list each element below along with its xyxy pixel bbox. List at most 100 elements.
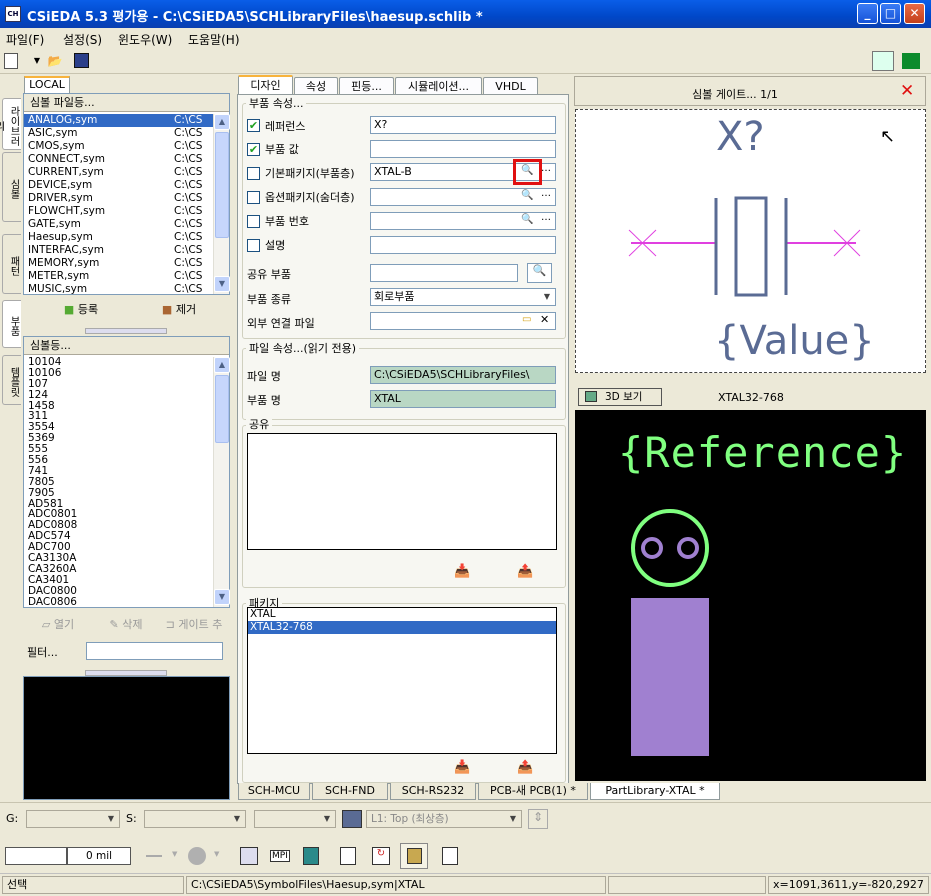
open-folder-icon[interactable]: 📂 — [46, 52, 64, 70]
fill-style-icon[interactable] — [188, 847, 206, 865]
more-icon[interactable]: … — [541, 188, 551, 199]
menu-help[interactable]: 도움말(H) — [188, 31, 240, 48]
list-item[interactable]: GATE,sym C:\CS — [24, 218, 213, 231]
list-item[interactable]: MUSIC,sym C:\CS — [24, 283, 213, 294]
filename-input[interactable]: C:\CSiEDA5\SCHLibraryFiles\ — [370, 366, 556, 384]
search-icon[interactable]: 🔍 — [521, 165, 533, 176]
clear-icon[interactable]: ✕ — [540, 313, 549, 326]
option-package-checkbox[interactable] — [247, 191, 260, 204]
value-input[interactable] — [370, 140, 556, 158]
add-gate-button[interactable]: ⊐ 게이트 추 — [161, 614, 227, 636]
list-item[interactable]: 5369 — [24, 433, 213, 444]
maximize-button[interactable]: □ — [880, 3, 901, 24]
shared-part-input[interactable] — [370, 264, 518, 282]
tab-vhdl[interactable]: VHDL — [483, 77, 538, 95]
active-tool-button[interactable] — [400, 843, 428, 869]
share-list[interactable] — [247, 433, 557, 550]
more-icon[interactable]: … — [541, 212, 551, 223]
close-icon[interactable]: ✕ — [900, 81, 914, 101]
symbol-header[interactable]: 심볼등... — [24, 337, 229, 355]
tab-properties[interactable]: 속성 — [294, 77, 338, 95]
schematic-view-icon[interactable] — [872, 51, 894, 71]
tab-pins[interactable]: 핀등... — [339, 77, 394, 95]
menu-file[interactable]: 파일(F) — [6, 31, 44, 48]
scroll-thumb[interactable] — [215, 375, 229, 443]
close-button[interactable]: ✕ — [904, 3, 925, 24]
default-package-checkbox[interactable] — [247, 167, 260, 180]
list-item[interactable]: Haesup,sym C:\CS — [24, 231, 213, 244]
new-file-icon[interactable] — [4, 53, 18, 69]
package-list[interactable]: XTAL XTAL32-768 — [247, 607, 557, 754]
part-number-checkbox[interactable] — [247, 215, 260, 228]
list-item[interactable]: CMOS,sym C:\CS — [24, 140, 213, 153]
doc-tab-pcb[interactable]: PCB-새 PCB(1) * — [478, 783, 588, 800]
add-package-icon[interactable]: 📥 — [454, 760, 470, 775]
value-checkbox[interactable]: ✔ — [247, 143, 260, 156]
width-input[interactable] — [5, 847, 67, 865]
list-icon[interactable] — [442, 847, 458, 865]
document-icon[interactable] — [340, 847, 356, 865]
partname-input[interactable]: XTAL — [370, 390, 556, 408]
g-select[interactable]: ▼ — [26, 810, 120, 828]
doc-tab-sch-fnd[interactable]: SCH-FND — [312, 783, 388, 800]
view-3d-button[interactable]: 3D 보기 — [578, 388, 662, 406]
list-item[interactable]: CURRENT,sym C:\CS — [24, 166, 213, 179]
reference-checkbox[interactable]: ✔ — [247, 119, 260, 132]
side-tab-library[interactable]: 라이브러리 — [0, 98, 21, 150]
refresh-icon[interactable]: ↻ — [372, 847, 390, 865]
shared-part-search-icon[interactable]: 🔍 — [527, 263, 552, 283]
doc-tab-part-library[interactable]: PartLibrary-XTAL * — [590, 783, 720, 800]
open-button[interactable]: ▱ 열기 — [33, 614, 83, 636]
unit-select[interactable]: ▼ — [254, 810, 336, 828]
symbol-canvas[interactable]: X? {Value} ↖ — [575, 109, 926, 373]
list-item[interactable]: DEVICE,sym C:\CS — [24, 179, 213, 192]
doc-tab-sch-mcu[interactable]: SCH-MCU — [238, 783, 310, 800]
description-input[interactable] — [370, 236, 556, 254]
list-item[interactable]: 10106 — [24, 367, 213, 379]
scroll-down-icon[interactable]: ▼ — [214, 276, 230, 292]
add-share-icon[interactable]: 📥 — [454, 564, 470, 579]
side-tab-part[interactable]: 부품 — [2, 300, 21, 348]
symbol-file-header[interactable]: 심볼 파일등... — [24, 94, 229, 112]
scroll-up-icon[interactable]: ▲ — [214, 357, 230, 373]
part-type-select[interactable]: 회로부품 ▼ — [370, 288, 556, 306]
list-item[interactable]: ASIC,sym C:\CS — [24, 127, 213, 140]
more-icon[interactable]: … — [541, 163, 551, 174]
list-item[interactable]: 124 — [24, 389, 213, 401]
filter-input[interactable] — [86, 642, 223, 660]
search-icon[interactable]: 🔍 — [521, 214, 533, 225]
folder-icon[interactable]: ▭ — [522, 314, 531, 325]
layer-settings-icon[interactable]: ⇕ — [528, 809, 548, 829]
list-item[interactable]: METER,sym C:\CS — [24, 270, 213, 283]
list-item[interactable]: 7905 — [24, 487, 213, 499]
footprint-canvas[interactable]: {Reference} — [575, 410, 926, 781]
list-item[interactable]: 556 — [24, 455, 213, 466]
side-tab-pattern[interactable]: 패턴 — [2, 234, 21, 294]
list-item[interactable]: INTERFAC,sym C:\CS — [24, 244, 213, 257]
s-select[interactable]: ▼ — [144, 810, 246, 828]
list-item[interactable]: DAC0800 — [24, 585, 213, 597]
scroll-up-icon[interactable]: ▲ — [214, 114, 230, 130]
list-item[interactable]: 1458 — [24, 400, 213, 412]
list-item[interactable]: CONNECT,sym C:\CS — [24, 153, 213, 166]
tab-design[interactable]: 디자인 — [238, 75, 293, 95]
list-item[interactable]: FLOWCHT,sym C:\CS — [24, 205, 213, 218]
pcb-view-icon[interactable] — [902, 53, 920, 69]
list-item[interactable]: XTAL — [248, 608, 556, 621]
list-item[interactable]: ANALOG,sym C:\CS — [24, 114, 213, 127]
search-icon[interactable]: 🔍 — [521, 190, 533, 201]
width-value[interactable]: 0 mil — [67, 847, 131, 865]
scroll-thumb[interactable] — [215, 132, 229, 238]
calculator-icon[interactable] — [303, 847, 319, 865]
doc-tab-sch-rs232[interactable]: SCH-RS232 — [390, 783, 476, 800]
symbol-list-scrollbar[interactable]: ▲ ▼ — [213, 357, 230, 607]
tab-simulation[interactable]: 시뮬레이션... — [395, 77, 482, 95]
remove-share-icon[interactable]: 📤 — [517, 564, 533, 579]
symbol-file-list[interactable]: ANALOG,sym C:\CS ASIC,sym C:\CS CMOS,sym C:… — [24, 114, 213, 294]
menu-window[interactable]: 윈도우(W) — [118, 31, 172, 48]
list-item[interactable]: DRIVER,sym C:\CS — [24, 192, 213, 205]
side-tab-symbol[interactable]: 심볼 — [2, 152, 21, 222]
remove-package-icon[interactable]: 📤 — [517, 760, 533, 775]
minimize-button[interactable]: _ — [857, 3, 878, 24]
properties-icon[interactable] — [240, 847, 258, 865]
